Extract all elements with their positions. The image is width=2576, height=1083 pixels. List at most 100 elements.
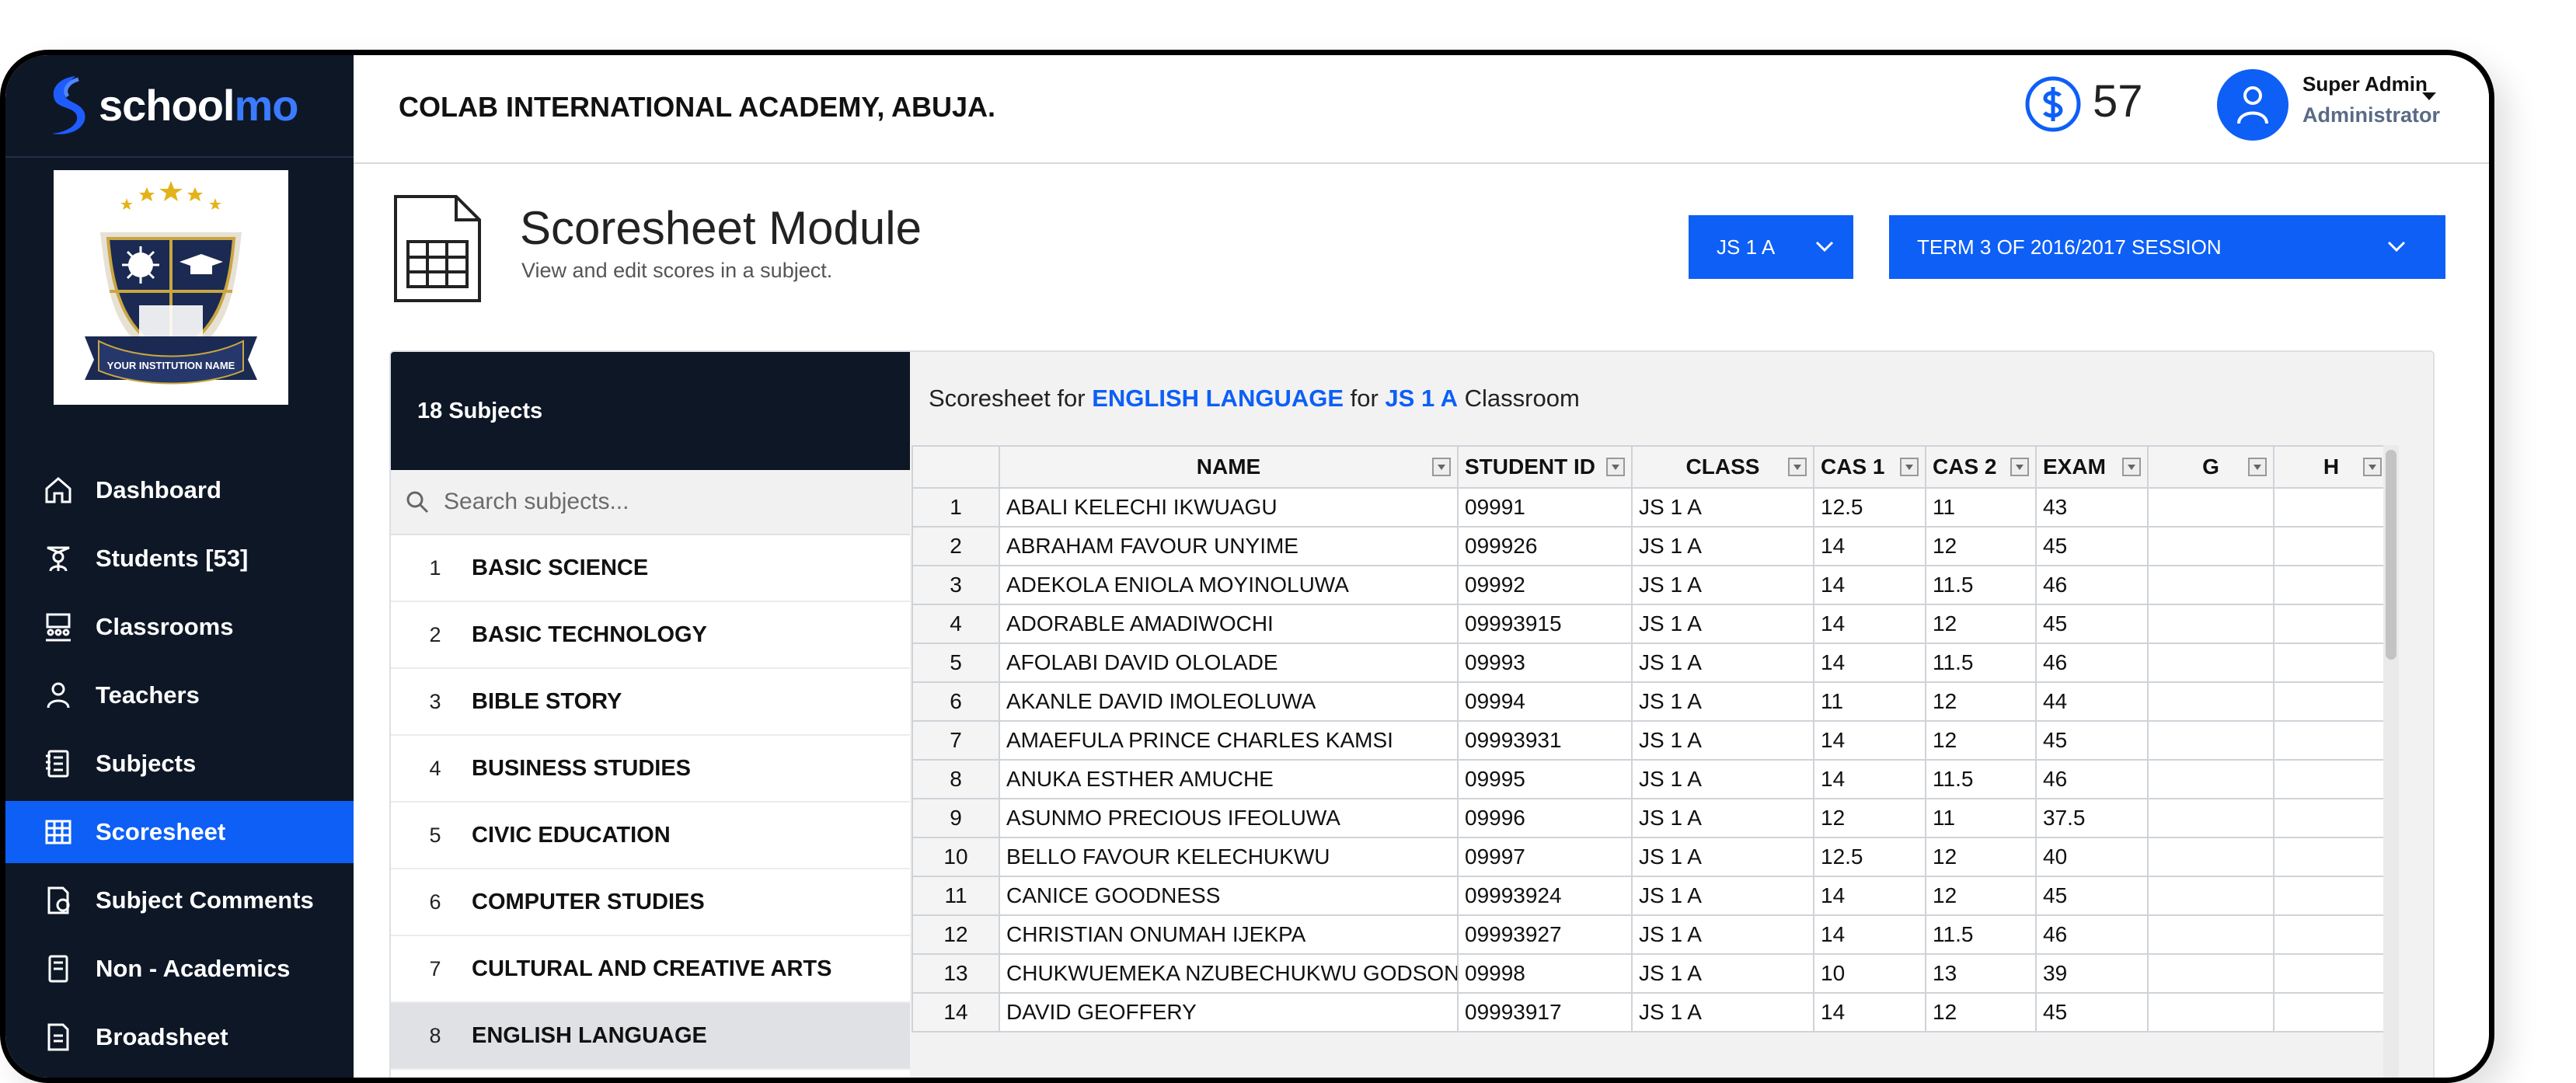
sidebar-item-dashboard[interactable]: Dashboard bbox=[5, 459, 354, 521]
table-cell[interactable]: 14 bbox=[1813, 604, 1926, 644]
table-cell[interactable] bbox=[2147, 526, 2274, 566]
table-cell[interactable]: 44 bbox=[2035, 681, 2149, 722]
table-cell[interactable] bbox=[2147, 953, 2274, 994]
table-cell[interactable]: 14 bbox=[1813, 720, 1926, 761]
subject-item[interactable]: 3 BIBLE STORY bbox=[391, 669, 910, 736]
table-cell[interactable]: JS 1 A bbox=[1631, 914, 1814, 955]
table-cell[interactable]: 11 bbox=[1813, 681, 1926, 722]
scrollbar-thumb[interactable] bbox=[2386, 450, 2396, 660]
table-cell[interactable]: 09992 bbox=[1457, 565, 1633, 605]
filter-icon[interactable] bbox=[1432, 458, 1451, 476]
table-cell[interactable] bbox=[2147, 487, 2274, 528]
table-cell[interactable] bbox=[2273, 565, 2390, 605]
table-cell[interactable]: JS 1 A bbox=[1631, 526, 1814, 566]
table-cell[interactable]: CHUKWUEMEKA NZUBECHUKWU GODSON bbox=[999, 953, 1459, 994]
table-cell[interactable]: 13 bbox=[1925, 953, 2037, 994]
table-cell[interactable]: JS 1 A bbox=[1631, 604, 1814, 644]
table-cell[interactable]: 09993917 bbox=[1457, 992, 1633, 1033]
caret-down-icon[interactable] bbox=[2421, 88, 2438, 105]
table-cell[interactable]: DAVID GEOFFERY bbox=[999, 992, 1459, 1033]
table-cell[interactable]: 11 bbox=[1925, 487, 2037, 528]
table-cell[interactable] bbox=[2273, 914, 2390, 955]
table-cell[interactable] bbox=[2273, 720, 2390, 761]
table-cell[interactable] bbox=[2147, 992, 2274, 1033]
table-cell[interactable]: JS 1 A bbox=[1631, 992, 1814, 1033]
table-cell[interactable]: 11.5 bbox=[1925, 759, 2037, 799]
table-cell[interactable]: CANICE GOODNESS bbox=[999, 876, 1459, 916]
avatar[interactable] bbox=[2217, 69, 2288, 141]
table-cell[interactable]: 43 bbox=[2035, 487, 2149, 528]
table-cell[interactable] bbox=[2273, 876, 2390, 916]
table-cell[interactable]: 09996 bbox=[1457, 798, 1633, 838]
sidebar-item-teachers[interactable]: Teachers bbox=[5, 664, 354, 726]
table-cell[interactable]: 12.5 bbox=[1813, 837, 1926, 877]
table-cell[interactable] bbox=[2273, 487, 2390, 528]
column-header-cas2[interactable]: CAS 2 bbox=[1925, 445, 2037, 489]
filter-icon[interactable] bbox=[1900, 458, 1919, 476]
table-cell[interactable]: 14 bbox=[1813, 526, 1926, 566]
table-cell[interactable]: 45 bbox=[2035, 604, 2149, 644]
table-cell[interactable]: 09997 bbox=[1457, 837, 1633, 877]
table-cell[interactable]: JS 1 A bbox=[1631, 720, 1814, 761]
table-cell[interactable]: JS 1 A bbox=[1631, 642, 1814, 683]
table-cell[interactable]: 12 bbox=[1925, 876, 2037, 916]
table-cell[interactable]: 12 bbox=[1925, 681, 2037, 722]
table-cell[interactable]: 14 bbox=[1813, 876, 1926, 916]
table-cell[interactable]: 14 bbox=[1813, 759, 1926, 799]
table-cell[interactable]: CHRISTIAN ONUMAH IJEKPA bbox=[999, 914, 1459, 955]
table-cell[interactable]: 09994 bbox=[1457, 681, 1633, 722]
table-cell[interactable] bbox=[2273, 681, 2390, 722]
column-header-class[interactable]: CLASS bbox=[1631, 445, 1814, 489]
table-cell[interactable]: 10 bbox=[1813, 953, 1926, 994]
table-cell[interactable]: 11.5 bbox=[1925, 642, 2037, 683]
dollar-coin-icon[interactable] bbox=[2024, 75, 2082, 133]
table-cell[interactable] bbox=[2147, 876, 2274, 916]
column-header-name[interactable]: NAME bbox=[999, 445, 1459, 489]
table-cell[interactable]: 12 bbox=[1813, 798, 1926, 838]
table-cell[interactable] bbox=[2147, 681, 2274, 722]
table-cell[interactable]: 12.5 bbox=[1813, 487, 1926, 528]
table-cell[interactable]: JS 1 A bbox=[1631, 759, 1814, 799]
table-cell[interactable]: ADEKOLA ENIOLA MOYINOLUWA bbox=[999, 565, 1459, 605]
sidebar-item-classrooms[interactable]: Classrooms bbox=[5, 596, 354, 658]
table-cell[interactable]: AMAEFULA PRINCE CHARLES KAMSI bbox=[999, 720, 1459, 761]
table-cell[interactable]: 14 bbox=[1813, 914, 1926, 955]
column-header-exam[interactable]: EXAM bbox=[2035, 445, 2149, 489]
table-cell[interactable]: 09993927 bbox=[1457, 914, 1633, 955]
table-cell[interactable]: 09993915 bbox=[1457, 604, 1633, 644]
table-cell[interactable]: 11.5 bbox=[1925, 914, 2037, 955]
table-cell[interactable] bbox=[2273, 604, 2390, 644]
table-cell[interactable] bbox=[2273, 953, 2390, 994]
subject-item-selected[interactable]: 8 ENGLISH LANGUAGE bbox=[391, 1003, 910, 1070]
class-select[interactable]: JS 1 A bbox=[1689, 215, 1853, 279]
table-cell[interactable]: 14 bbox=[1813, 565, 1926, 605]
filter-icon[interactable] bbox=[2363, 458, 2382, 476]
table-cell[interactable]: 45 bbox=[2035, 876, 2149, 916]
filter-icon[interactable] bbox=[2122, 458, 2141, 476]
table-cell[interactable]: BELLO FAVOUR KELECHUKWU bbox=[999, 837, 1459, 877]
vertical-scrollbar[interactable] bbox=[2383, 445, 2399, 1078]
table-cell[interactable]: ABRAHAM FAVOUR UNYIME bbox=[999, 526, 1459, 566]
table-cell[interactable]: 11.5 bbox=[1925, 565, 2037, 605]
table-cell[interactable]: 46 bbox=[2035, 914, 2149, 955]
column-header-g[interactable]: G bbox=[2147, 445, 2274, 489]
table-cell[interactable]: JS 1 A bbox=[1631, 837, 1814, 877]
table-cell[interactable]: 45 bbox=[2035, 720, 2149, 761]
table-cell[interactable]: 40 bbox=[2035, 837, 2149, 877]
table-cell[interactable]: 11 bbox=[1925, 798, 2037, 838]
filter-icon[interactable] bbox=[1606, 458, 1625, 476]
sidebar-item-scoresheet[interactable]: Scoresheet bbox=[5, 801, 354, 863]
subject-item[interactable]: 4 BUSINESS STUDIES bbox=[391, 736, 910, 803]
table-cell[interactable]: JS 1 A bbox=[1631, 876, 1814, 916]
column-header-student-id[interactable]: STUDENT ID bbox=[1457, 445, 1633, 489]
column-header-cas1[interactable]: CAS 1 bbox=[1813, 445, 1926, 489]
table-cell[interactable]: 46 bbox=[2035, 565, 2149, 605]
filter-icon[interactable] bbox=[1788, 458, 1807, 476]
table-cell[interactable] bbox=[2273, 759, 2390, 799]
table-cell[interactable] bbox=[2147, 837, 2274, 877]
table-cell[interactable]: 09995 bbox=[1457, 759, 1633, 799]
table-cell[interactable] bbox=[2147, 759, 2274, 799]
table-cell[interactable]: AKANLE DAVID IMOLEOLUWA bbox=[999, 681, 1459, 722]
subject-item[interactable]: 7 CULTURAL AND CREATIVE ARTS bbox=[391, 936, 910, 1003]
table-cell[interactable]: JS 1 A bbox=[1631, 681, 1814, 722]
